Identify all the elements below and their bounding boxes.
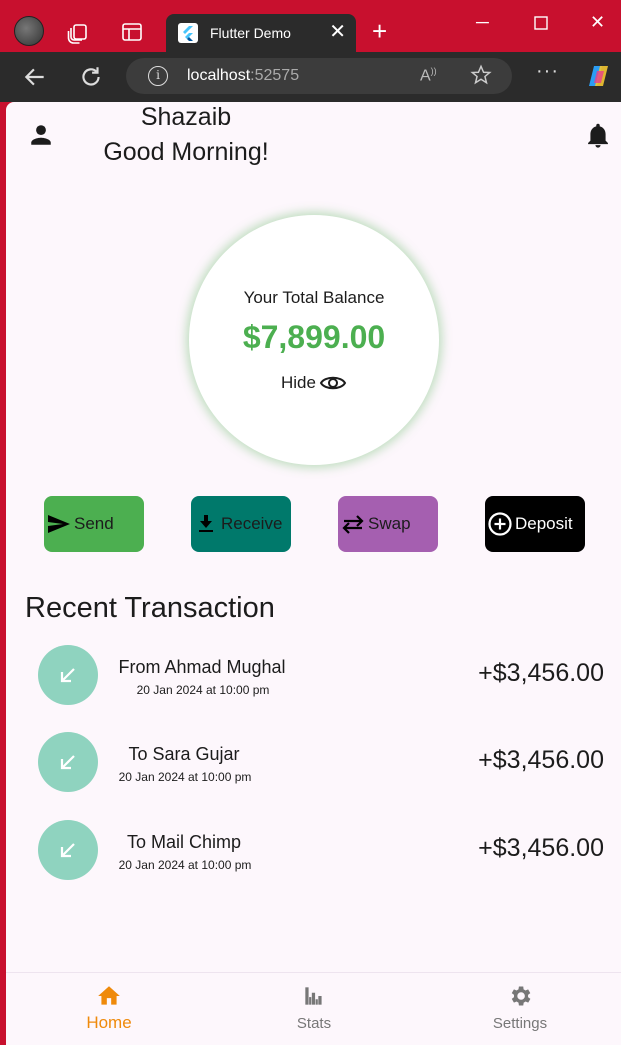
read-aloud-icon[interactable]: A))	[420, 66, 437, 85]
browser-tab-active[interactable]: Flutter Demo ✕	[166, 14, 356, 52]
site-info-icon[interactable]: i	[148, 66, 168, 86]
transaction-title: To Mail Chimp	[126, 832, 242, 852]
stats-icon	[305, 987, 322, 1005]
balance-amount: $7,899.00	[242, 319, 386, 355]
transaction-date: 20 Jan 2024 at 10:00 pm	[118, 858, 252, 872]
nav-item-home[interactable]: Home	[49, 983, 169, 1033]
minimize-icon[interactable]: ─	[476, 12, 489, 33]
browser-navbar: i localhost:52575 A)) ···	[0, 52, 621, 102]
arrow-down-left-icon	[60, 755, 75, 770]
flutter-logo-icon	[178, 23, 198, 43]
transaction-amount: +$3,456.00	[478, 746, 604, 774]
download-icon	[199, 515, 213, 532]
more-options-icon[interactable]: ···	[536, 60, 559, 83]
refresh-icon[interactable]	[78, 64, 104, 90]
transaction-date: 20 Jan 2024 at 10:00 pm	[118, 770, 252, 784]
copilot-icon[interactable]	[585, 62, 613, 90]
send-button[interactable]: Send	[44, 496, 144, 552]
transaction-avatar	[38, 732, 98, 792]
nav-label-settings: Settings	[492, 1015, 548, 1032]
gear-icon	[511, 986, 531, 1006]
notification-bell-icon[interactable]	[584, 122, 612, 150]
new-tab-icon[interactable]: +	[372, 18, 387, 44]
deposit-label: Deposit	[515, 514, 573, 533]
send-icon	[48, 515, 70, 533]
nav-label-home: Home	[86, 1013, 132, 1032]
deposit-button[interactable]: Deposit	[485, 496, 585, 552]
transaction-row[interactable]: From Ahmad Mughal 20 Jan 2024 at 10:00 p…	[38, 645, 608, 705]
transaction-row[interactable]: To Sara Gujar 20 Jan 2024 at 10:00 pm +$…	[38, 732, 608, 792]
home-icon	[98, 986, 120, 1005]
transaction-title: From Ahmad Mughal	[118, 657, 286, 677]
browser-titlebar: Flutter Demo ✕ + ─ ✕	[0, 0, 621, 52]
tab-title: Flutter Demo	[210, 25, 291, 41]
transaction-amount: +$3,456.00	[478, 659, 604, 687]
add-circle-icon	[488, 512, 512, 536]
transaction-avatar	[38, 820, 98, 880]
receive-label: Receive	[221, 514, 283, 533]
swap-icon	[342, 515, 364, 534]
address-bar[interactable]: i localhost:52575 A))	[126, 58, 512, 94]
user-name: Shazaib	[140, 103, 232, 131]
recent-transaction-title: Recent Transaction	[25, 592, 275, 624]
url-text[interactable]: localhost:52575	[187, 67, 299, 85]
nav-label-stats: Stats	[296, 1015, 332, 1032]
transaction-date: 20 Jan 2024 at 10:00 pm	[136, 683, 270, 697]
transaction-row[interactable]: To Mail Chimp 20 Jan 2024 at 10:00 pm +$…	[38, 820, 608, 880]
close-tab-icon[interactable]: ✕	[329, 22, 346, 42]
eye-icon[interactable]	[319, 371, 347, 395]
person-icon[interactable]	[28, 122, 54, 148]
greeting-text: Good Morning!	[103, 138, 269, 166]
nav-item-stats[interactable]: Stats	[254, 983, 374, 1032]
transaction-title: To Sara Gujar	[128, 744, 240, 764]
favorite-star-icon[interactable]	[470, 64, 492, 86]
arrow-down-left-icon	[60, 843, 75, 858]
arrow-down-left-icon	[60, 668, 75, 683]
send-label: Send	[74, 514, 114, 533]
nav-item-settings[interactable]: Settings	[460, 983, 580, 1032]
maximize-icon[interactable]	[534, 16, 548, 30]
bottom-navigation: Home Stats Settings	[6, 972, 621, 1045]
tab-actions-icon[interactable]	[120, 20, 144, 44]
hide-label: Hide	[281, 373, 316, 392]
transaction-amount: +$3,456.00	[478, 834, 604, 862]
transaction-avatar	[38, 645, 98, 705]
close-window-icon[interactable]: ✕	[590, 12, 605, 33]
browser-profile-avatar[interactable]	[14, 16, 44, 46]
receive-button[interactable]: Receive	[191, 496, 291, 552]
back-icon[interactable]	[22, 64, 48, 90]
balance-label: Your Total Balance	[243, 288, 385, 307]
swap-label: Swap	[368, 514, 411, 533]
balance-card: Your Total Balance $7,899.00 Hide	[189, 215, 439, 465]
workspaces-icon[interactable]	[66, 20, 90, 44]
app-viewport: Shazaib Good Morning! Your Total Balance…	[6, 102, 621, 1045]
swap-button[interactable]: Swap	[338, 496, 438, 552]
